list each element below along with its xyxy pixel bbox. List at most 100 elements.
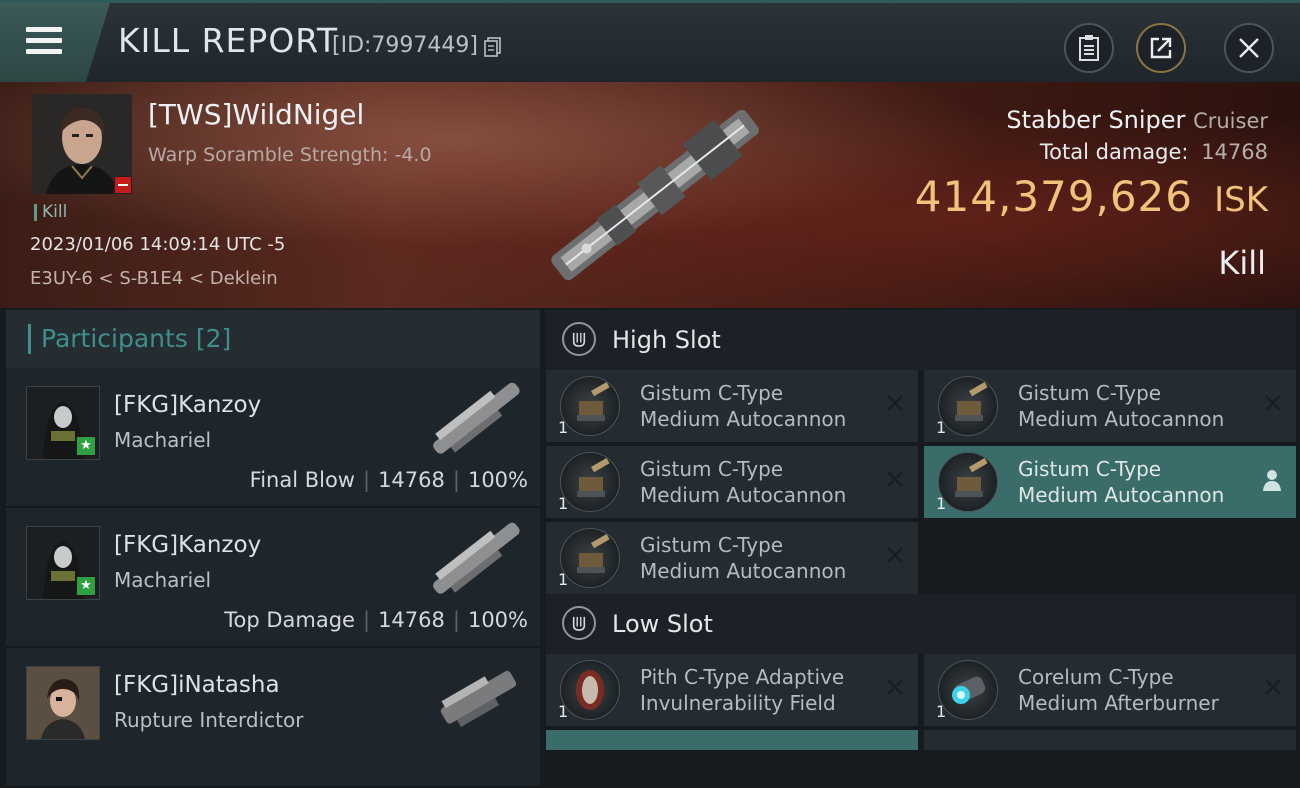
victim-ship-name[interactable]: Stabber Sniper bbox=[1006, 106, 1185, 134]
item-name-line2: Medium Autocannon bbox=[1018, 407, 1225, 431]
item-name-line1: Gistum C-Type bbox=[640, 457, 784, 481]
close-button[interactable] bbox=[1224, 23, 1274, 73]
destroyed-icon bbox=[887, 395, 903, 411]
item-name: Gistum C-Type Medium Autocannon bbox=[640, 380, 846, 432]
fitting-item[interactable]: 1 Gistum C-Type Medium Autocannon bbox=[924, 370, 1296, 442]
high-slot-label: High Slot bbox=[612, 326, 721, 354]
fitting-item[interactable]: 1 Gistum C-Type Medium Autocannon bbox=[546, 370, 918, 442]
item-quantity: 1 bbox=[558, 570, 569, 589]
item-quantity: 1 bbox=[558, 418, 569, 437]
participant-ship: Rupture Interdictor bbox=[114, 708, 304, 732]
victim-ship: Stabber Sniper Cruiser bbox=[1006, 106, 1268, 134]
isk-unit: ISK bbox=[1214, 180, 1268, 220]
item-name: Corelum C-Type Medium Afterburner bbox=[1018, 664, 1219, 716]
kill-tag: Kill bbox=[34, 204, 67, 221]
item-name-line1: Gistum C-Type bbox=[1018, 381, 1162, 405]
high-slot-icon bbox=[562, 322, 596, 356]
low-slot-header: Low Slot bbox=[546, 594, 1296, 654]
destroyed-icon bbox=[887, 471, 903, 487]
item-name-line2: Medium Autocannon bbox=[640, 483, 847, 507]
participant-ship: Machariel bbox=[114, 568, 212, 592]
participant-percent: 100% bbox=[467, 468, 528, 492]
fitting-item[interactable]: 1 Pith C-Type Adaptive Invulnerability Fi… bbox=[546, 654, 918, 726]
item-name-line1: Corelum C-Type bbox=[1018, 665, 1174, 689]
participants-header: Participants [2] bbox=[6, 310, 540, 368]
autocannon-icon bbox=[560, 528, 620, 588]
participants-label: Participants bbox=[41, 324, 188, 353]
fitting-item[interactable]: 1 Gistum C-Type Medium Autocannon bbox=[546, 522, 918, 594]
victim-ship-image[interactable] bbox=[540, 82, 770, 308]
participant-ship-image[interactable] bbox=[416, 516, 536, 606]
fitting-item-partial[interactable] bbox=[546, 730, 918, 750]
total-damage-value: 14768 bbox=[1201, 140, 1268, 164]
share-button[interactable] bbox=[1136, 23, 1186, 73]
menu-button[interactable] bbox=[0, 3, 110, 82]
destroyed-icon bbox=[887, 547, 903, 563]
star-icon: ★ bbox=[76, 576, 96, 596]
participant-stats: Final Blow | 14768 | 100% bbox=[249, 468, 528, 492]
participant-role: Top Damage bbox=[224, 608, 355, 632]
star-icon: ★ bbox=[76, 436, 96, 456]
participant-row[interactable]: ★ [FKG]Kanzoy Machariel Final Blow | 14768… bbox=[6, 368, 540, 508]
clipboard-button[interactable] bbox=[1064, 23, 1114, 73]
item-name: Gistum C-Type Medium Autocannon bbox=[640, 532, 846, 584]
item-name: Gistum C-Type Medium Autocannon bbox=[640, 456, 846, 508]
victim-name[interactable]: [TWS]WildNigel bbox=[148, 98, 364, 131]
isk-value: 414,379,626 bbox=[914, 172, 1193, 221]
item-name-line1: Pith C-Type Adaptive bbox=[640, 665, 845, 689]
item-name: Gistum C-Type Medium Autocannon bbox=[1018, 456, 1224, 508]
participant-row[interactable]: ★ [FKG]Kanzoy Machariel Top Damage | 14768… bbox=[6, 508, 540, 648]
item-name-line2: Medium Autocannon bbox=[640, 407, 847, 431]
item-name-line1: Gistum C-Type bbox=[1018, 457, 1162, 481]
item-name-line2: Invulnerability Field bbox=[640, 691, 836, 715]
participant-damage: 14768 bbox=[378, 468, 445, 492]
avatar[interactable] bbox=[26, 666, 100, 740]
fitting-item-selected[interactable]: 1 Gistum C-Type Medium Autocannon bbox=[924, 446, 1296, 518]
fitting-item[interactable]: 1 Corelum C-Type Medium Afterburner bbox=[924, 654, 1296, 726]
menu-icon bbox=[26, 27, 62, 55]
participant-name[interactable]: [FKG]Kanzoy bbox=[114, 392, 261, 418]
victim-ship-class: Cruiser bbox=[1193, 109, 1268, 133]
victim-panel: [TWS]WildNigel Warp Soramble Strength: -… bbox=[0, 82, 1300, 308]
low-slot-label: Low Slot bbox=[612, 610, 713, 638]
item-quantity: 1 bbox=[936, 702, 947, 721]
total-damage-label: Total damage: bbox=[1039, 140, 1189, 164]
participant-stats: Top Damage | 14768 | 100% bbox=[224, 608, 528, 632]
kill-location[interactable]: E3UY-6 < S-B1E4 < Deklein bbox=[30, 268, 278, 289]
close-icon bbox=[1239, 38, 1259, 58]
participant-row[interactable]: [FKG]iNatasha Rupture Interdictor bbox=[6, 648, 540, 788]
kill-result: Kill bbox=[1218, 244, 1266, 282]
item-name-line1: Gistum C-Type bbox=[640, 381, 784, 405]
destroyed-icon bbox=[1265, 395, 1281, 411]
autocannon-icon bbox=[938, 452, 998, 512]
total-damage: Total damage: 14768 bbox=[1040, 140, 1268, 164]
participant-name[interactable]: [FKG]Kanzoy bbox=[114, 532, 261, 558]
shield-icon bbox=[560, 660, 620, 720]
clipboard-icon bbox=[1079, 35, 1099, 61]
participant-percent: 100% bbox=[467, 608, 528, 632]
share-icon bbox=[1150, 37, 1172, 59]
item-name-line2: Medium Autocannon bbox=[640, 559, 847, 583]
afterburner-icon bbox=[938, 660, 998, 720]
autocannon-icon bbox=[560, 452, 620, 512]
fitting-item[interactable]: 1 Gistum C-Type Medium Autocannon bbox=[546, 446, 918, 518]
item-quantity: 1 bbox=[936, 494, 947, 513]
participant-ship-image[interactable] bbox=[416, 656, 536, 746]
item-name-line2: Medium Afterburner bbox=[1018, 691, 1219, 715]
participants-panel: Participants [2] ★ [FKG]Kanzoy Machariel… bbox=[6, 310, 540, 788]
fitting-item-partial[interactable] bbox=[924, 730, 1296, 750]
item-quantity: 1 bbox=[558, 702, 569, 721]
destroyed-icon bbox=[1265, 679, 1281, 695]
person-icon bbox=[1263, 470, 1281, 491]
report-id: [ID:7997449] bbox=[332, 33, 478, 58]
autocannon-icon bbox=[560, 376, 620, 436]
copy-icon[interactable] bbox=[484, 37, 502, 57]
participant-ship-image[interactable] bbox=[416, 376, 536, 466]
participant-name[interactable]: [FKG]iNatasha bbox=[114, 672, 280, 698]
participant-role: Final Blow bbox=[249, 468, 355, 492]
kill-datetime: 2023/01/06 14:09:14 UTC -5 bbox=[30, 234, 286, 255]
participants-title: Participants [2] bbox=[28, 324, 231, 354]
participant-ship: Machariel bbox=[114, 428, 212, 452]
item-name-line2: Medium Autocannon bbox=[1018, 483, 1225, 507]
item-name-line1: Gistum C-Type bbox=[640, 533, 784, 557]
